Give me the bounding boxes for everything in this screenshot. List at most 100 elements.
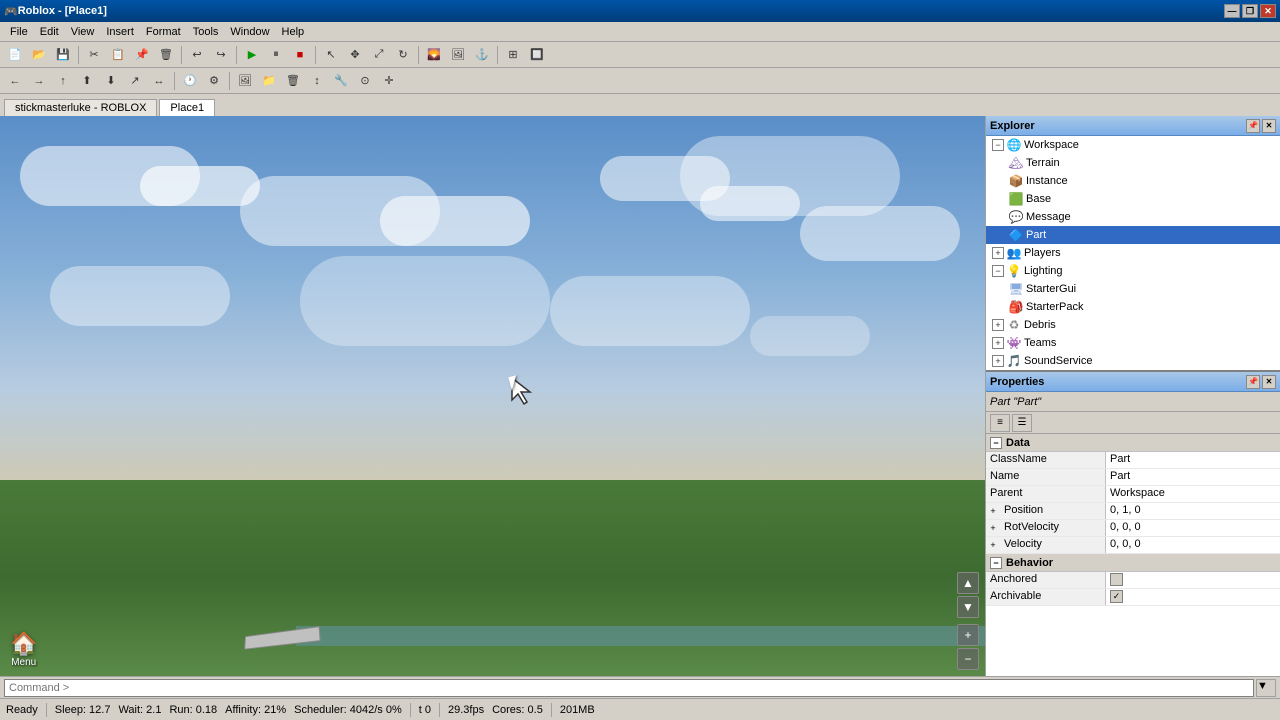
tree-item-soundservice[interactable]: + 🎵 SoundService bbox=[986, 352, 1280, 370]
menu-view[interactable]: View bbox=[65, 24, 101, 40]
snap-button[interactable]: 🔲 bbox=[526, 45, 548, 65]
anchored-checkbox[interactable] bbox=[1110, 573, 1123, 586]
save-button[interactable]: 💾 bbox=[52, 45, 74, 65]
terrain-button[interactable]: 🌄 bbox=[423, 45, 445, 65]
section-data-collapse[interactable]: − bbox=[990, 437, 1002, 449]
tree-item-startergui[interactable]: 🖥 StarterGui bbox=[986, 280, 1280, 298]
prop-classname-value[interactable]: Part bbox=[1106, 452, 1280, 468]
prop-name-value[interactable]: Part bbox=[1106, 469, 1280, 485]
copy-button[interactable]: 📋 bbox=[107, 45, 129, 65]
tree-item-players[interactable]: + 👥 Players bbox=[986, 244, 1280, 262]
prop-rotvelocity-value[interactable]: 0, 0, 0 bbox=[1106, 520, 1280, 536]
tab-place1[interactable]: Place1 bbox=[159, 99, 215, 116]
sep7 bbox=[174, 72, 175, 90]
anchor-button[interactable]: ⚓ bbox=[471, 45, 493, 65]
command-input[interactable] bbox=[4, 679, 1254, 697]
arrow-up[interactable]: ↑ bbox=[52, 71, 74, 91]
undo-button[interactable]: ↩ bbox=[186, 45, 208, 65]
select-button[interactable]: ↖ bbox=[320, 45, 342, 65]
menu-help[interactable]: Help bbox=[276, 24, 311, 40]
vp-zoom-out-button[interactable]: − bbox=[957, 648, 979, 670]
soundservice-expand[interactable]: + bbox=[992, 355, 1004, 367]
explorer-pin-button[interactable]: 📌 bbox=[1246, 119, 1260, 133]
resize-v[interactable]: ↕ bbox=[306, 71, 328, 91]
debris-expand[interactable]: + bbox=[992, 319, 1004, 331]
new-button[interactable]: 📄 bbox=[4, 45, 26, 65]
prop-archivable-value[interactable] bbox=[1106, 589, 1280, 605]
vp-zoom-in-button[interactable]: + bbox=[957, 624, 979, 646]
explorer-close-button[interactable]: ✕ bbox=[1262, 119, 1276, 133]
decal-button[interactable]: 🖼 bbox=[447, 45, 469, 65]
vp-up-button[interactable]: ▲ bbox=[957, 572, 979, 594]
arrow-diag[interactable]: ↗ bbox=[124, 71, 146, 91]
prop-rotvelocity-expand[interactable]: + bbox=[986, 520, 1000, 536]
prop-position-expand[interactable]: + bbox=[986, 503, 1000, 519]
prop-sort-cat-button[interactable]: ☰ bbox=[1012, 414, 1032, 432]
settings-button[interactable]: ⚙ bbox=[203, 71, 225, 91]
pause-button[interactable]: ⏸ bbox=[265, 45, 287, 65]
tree-item-instance[interactable]: 📦 Instance bbox=[986, 172, 1280, 190]
redo-button[interactable]: ↪ bbox=[210, 45, 232, 65]
menu-window[interactable]: Window bbox=[224, 24, 275, 40]
menu-home-button[interactable]: 🏠 Menu bbox=[10, 631, 37, 668]
vp-down-button[interactable]: ▼ bbox=[957, 596, 979, 618]
tree-item-message[interactable]: 💬 Message bbox=[986, 208, 1280, 226]
tool1[interactable]: 🔧 bbox=[330, 71, 352, 91]
close-button[interactable]: ✕ bbox=[1260, 4, 1276, 18]
resize-h[interactable]: ↔ bbox=[148, 71, 170, 91]
properties-pin-button[interactable]: 📌 bbox=[1246, 375, 1260, 389]
menu-insert[interactable]: Insert bbox=[100, 24, 140, 40]
grid-button[interactable]: ⊞ bbox=[502, 45, 524, 65]
stop-button[interactable]: ■ bbox=[289, 45, 311, 65]
circle-button[interactable]: ⊙ bbox=[354, 71, 376, 91]
menu-format[interactable]: Format bbox=[140, 24, 187, 40]
img-button[interactable]: 🖼 bbox=[234, 71, 256, 91]
teams-expand[interactable]: + bbox=[992, 337, 1004, 349]
menu-file[interactable]: File bbox=[4, 24, 34, 40]
arrow-left[interactable]: ← bbox=[4, 71, 26, 91]
delete-button[interactable]: 🗑 bbox=[155, 45, 177, 65]
lighting-expand[interactable]: − bbox=[992, 265, 1004, 277]
prop-sort-alpha-button[interactable]: ≡ bbox=[990, 414, 1010, 432]
tree-item-debris[interactable]: + ♻ Debris bbox=[986, 316, 1280, 334]
restore-button[interactable]: ❐ bbox=[1242, 4, 1258, 18]
tree-item-terrain[interactable]: 🏔 Terrain bbox=[986, 154, 1280, 172]
menu-tools[interactable]: Tools bbox=[187, 24, 225, 40]
paste-button[interactable]: 📌 bbox=[131, 45, 153, 65]
prop-parent-value[interactable]: Workspace bbox=[1106, 486, 1280, 502]
archivable-checkbox[interactable] bbox=[1110, 590, 1123, 603]
tree-item-workspace[interactable]: − 🌐 Workspace bbox=[986, 136, 1280, 154]
tree-item-base[interactable]: 🟩 Base bbox=[986, 190, 1280, 208]
open-button[interactable]: 📂 bbox=[28, 45, 50, 65]
tree-item-lighting[interactable]: − 💡 Lighting bbox=[986, 262, 1280, 280]
tree-item-part[interactable]: 🔷 Part bbox=[986, 226, 1280, 244]
viewport[interactable]: 🏠 Menu ▲ ▼ + − bbox=[0, 116, 985, 676]
prop-velocity-expand[interactable]: + bbox=[986, 537, 1000, 553]
tab-roblox[interactable]: stickmasterluke - ROBLOX bbox=[4, 99, 157, 116]
menu-edit[interactable]: Edit bbox=[34, 24, 65, 40]
prop-velocity-value[interactable]: 0, 0, 0 bbox=[1106, 537, 1280, 553]
tree-item-starterpack[interactable]: 🎒 StarterPack bbox=[986, 298, 1280, 316]
arrow-right[interactable]: → bbox=[28, 71, 50, 91]
cut-button[interactable]: ✂ bbox=[83, 45, 105, 65]
prop-position-value[interactable]: 0, 1, 0 bbox=[1106, 503, 1280, 519]
arrow-dn[interactable]: ⬇ bbox=[100, 71, 122, 91]
prop-anchored-value[interactable] bbox=[1106, 572, 1280, 588]
trash-button[interactable]: 🗑 bbox=[282, 71, 304, 91]
workspace-expand[interactable]: − bbox=[992, 139, 1004, 151]
play-button[interactable]: ▶ bbox=[241, 45, 263, 65]
arrow-up2[interactable]: ⬆ bbox=[76, 71, 98, 91]
plus-button[interactable]: ✛ bbox=[378, 71, 400, 91]
move-button[interactable]: ✥ bbox=[344, 45, 366, 65]
clock-button[interactable]: 🕐 bbox=[179, 71, 201, 91]
properties-close-button[interactable]: ✕ bbox=[1262, 375, 1276, 389]
folder-button[interactable]: 📁 bbox=[258, 71, 280, 91]
scale-button[interactable]: ⤢ bbox=[368, 45, 390, 65]
tree-item-teams[interactable]: + 👾 Teams bbox=[986, 334, 1280, 352]
rotate-button[interactable]: ↻ bbox=[392, 45, 414, 65]
properties-panel: Properties 📌 ✕ Part "Part" ≡ ☰ − Data bbox=[986, 372, 1280, 676]
command-submit-button[interactable]: ▼ bbox=[1256, 679, 1276, 697]
section-behavior-collapse[interactable]: − bbox=[990, 557, 1002, 569]
players-expand[interactable]: + bbox=[992, 247, 1004, 259]
minimize-button[interactable]: — bbox=[1224, 4, 1240, 18]
